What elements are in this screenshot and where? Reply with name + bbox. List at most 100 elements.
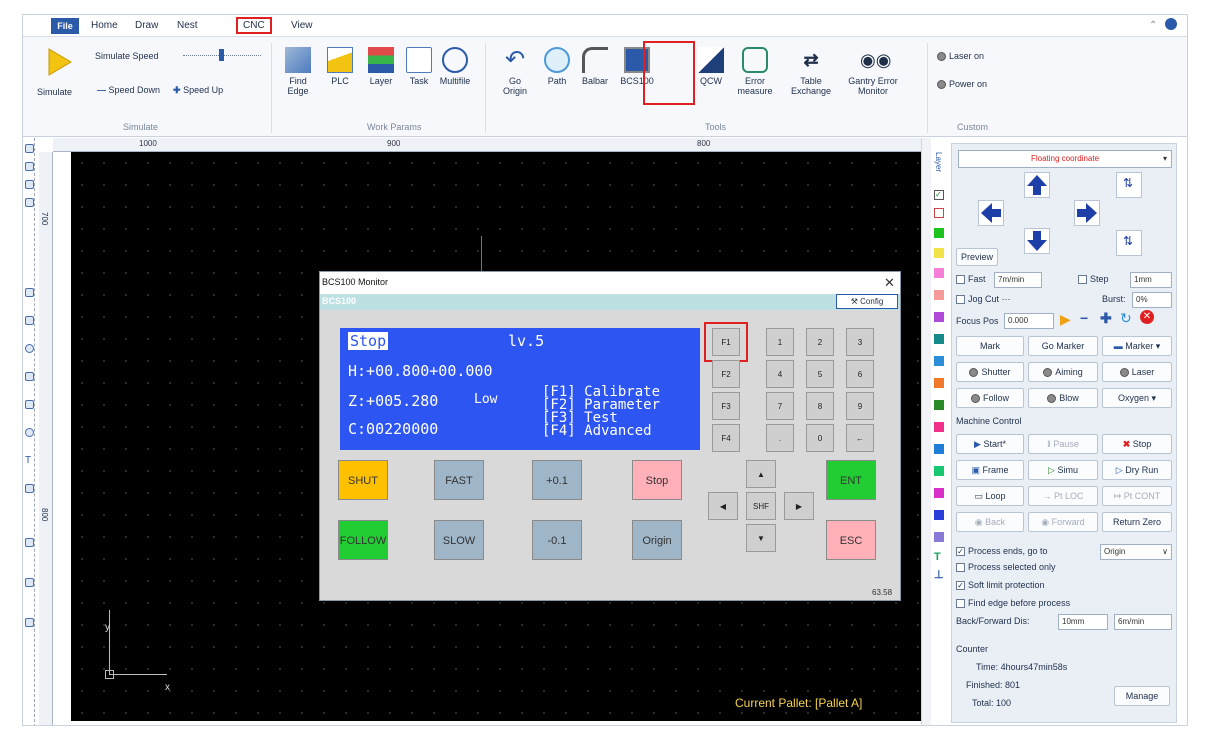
config-button[interactable]: ⚒ Config [836, 294, 898, 309]
burst-select[interactable]: 0% [1132, 292, 1172, 308]
nav-up-button[interactable]: ▲ [746, 460, 776, 488]
focus-refresh-icon[interactable]: ↻ [1120, 310, 1132, 327]
layer-color-swatch[interactable] [934, 466, 944, 476]
multifile-button[interactable]: Multifile [435, 47, 475, 86]
nav-right-button[interactable]: ▶ [784, 492, 814, 520]
focus-pos-select[interactable]: 0.000 [1004, 313, 1054, 329]
aiming-button[interactable]: Aiming [1028, 362, 1098, 382]
fast-button[interactable]: FAST [434, 460, 484, 500]
simulate-play-icon[interactable] [47, 47, 73, 77]
layer-uncheck-icon[interactable] [934, 208, 944, 218]
laser-button[interactable]: Laser [1102, 362, 1172, 382]
frame-button[interactable]: ▣ Frame [956, 460, 1024, 480]
key-dot[interactable]: . [766, 424, 794, 452]
process-selected-checkbox[interactable]: Process selected only [956, 562, 1056, 573]
array-icon[interactable] [25, 578, 34, 587]
gantry-error-monitor-button[interactable]: ◉◉ Gantry Error Monitor [845, 47, 901, 96]
back-button[interactable]: ◉ Back [956, 512, 1024, 532]
shutter-button[interactable]: Shutter [956, 362, 1024, 382]
rectangle-icon[interactable] [25, 400, 34, 409]
back-forward-speed-select[interactable]: 6m/min [1114, 614, 1172, 630]
minimize-ribbon-icon[interactable]: ⌃ [1149, 20, 1157, 31]
step-value-select[interactable]: 1mm [1130, 272, 1172, 288]
key-1[interactable]: 1 [766, 328, 794, 356]
blow-button[interactable]: Blow [1028, 388, 1098, 408]
pt-cont-button[interactable]: ↦ Pt CONT [1102, 486, 1172, 506]
coordinate-mode-select[interactable]: Floating coordinate ▾ [958, 150, 1172, 168]
layer-color-swatch[interactable] [934, 268, 944, 278]
slow-button[interactable]: SLOW [434, 520, 484, 560]
simulate-button[interactable]: Simulate [37, 87, 72, 97]
key-8[interactable]: 8 [806, 392, 834, 420]
menu-file[interactable]: File [51, 18, 79, 34]
layer-color-swatch[interactable] [934, 488, 944, 498]
slider-thumb[interactable] [219, 49, 224, 61]
text-icon[interactable]: T [25, 456, 34, 466]
key-3[interactable]: 3 [846, 328, 874, 356]
error-measure-button[interactable]: Error measure [735, 47, 775, 96]
menu-view[interactable]: View [291, 20, 313, 31]
menu-draw[interactable]: Draw [135, 20, 158, 31]
layer-color-swatch[interactable] [934, 378, 944, 388]
layer-color-swatch[interactable] [934, 248, 944, 258]
key-2[interactable]: 2 [806, 328, 834, 356]
key-0[interactable]: 0 [806, 424, 834, 452]
manage-button[interactable]: Manage [1114, 686, 1170, 706]
focus-go-icon[interactable]: ▶ [1060, 311, 1071, 328]
go-marker-button[interactable]: Go Marker [1028, 336, 1098, 356]
line-icon[interactable] [25, 288, 34, 297]
marker-button[interactable]: ▬ Marker ▾ [1102, 336, 1172, 356]
layer-color-swatch[interactable] [934, 422, 944, 432]
shut-button[interactable]: SHUT [338, 460, 388, 500]
z-down-button[interactable]: ⇅ [1116, 230, 1142, 256]
key-4[interactable]: 4 [766, 360, 794, 388]
layer-image-icon[interactable]: ⊥ [934, 570, 944, 581]
laser-on-button[interactable]: Laser on [937, 51, 984, 62]
key-9[interactable]: 9 [846, 392, 874, 420]
ellipse-icon[interactable] [25, 428, 34, 437]
layer-color-swatch[interactable] [934, 334, 944, 344]
path-button[interactable]: Path [537, 47, 577, 86]
find-edge-button[interactable]: Find Edge [278, 47, 318, 96]
forward-button[interactable]: ◉ Forward [1028, 512, 1098, 532]
help-icon[interactable] [1165, 18, 1177, 30]
minus-01-button[interactable]: -0.1 [532, 520, 582, 560]
dry-run-button[interactable]: ▷ Dry Run [1102, 460, 1172, 480]
jog-up-button[interactable] [1024, 172, 1050, 198]
layer-color-swatch[interactable] [934, 228, 944, 238]
weld-icon[interactable] [25, 618, 34, 627]
simu-button[interactable]: ▷ Simu [1028, 460, 1098, 480]
fast-speed-select[interactable]: 7m/min [994, 272, 1042, 288]
polyline-icon[interactable] [25, 316, 34, 325]
pt-loc-button[interactable]: → Pt LOC [1028, 486, 1098, 506]
node-edit-icon[interactable] [25, 162, 34, 171]
find-edge-checkbox[interactable]: Find edge before process [956, 598, 1070, 609]
f2-key[interactable]: F2 [712, 360, 740, 388]
f4-key[interactable]: F4 [712, 424, 740, 452]
measure-icon[interactable] [25, 538, 34, 547]
layer-color-swatch[interactable] [934, 290, 944, 300]
ent-button[interactable]: ENT [826, 460, 876, 500]
nav-left-button[interactable]: ◀ [708, 492, 738, 520]
stop-lcd-button[interactable]: Stop [632, 460, 682, 500]
back-forward-dis-select[interactable]: 10mm [1058, 614, 1108, 630]
layer-text-icon[interactable]: T [934, 552, 944, 563]
table-exchange-button[interactable]: ⇄ Table Exchange [791, 47, 831, 96]
key-backspace[interactable]: ← [846, 424, 874, 452]
layer-tab-label[interactable]: Layer [934, 152, 943, 172]
speed-up-button[interactable]: ✚ Speed Up [173, 85, 223, 96]
jog-left-button[interactable] [978, 200, 1004, 226]
step-checkbox[interactable]: Step [1078, 274, 1109, 285]
z-up-button[interactable]: ⇅ [1116, 172, 1142, 198]
arc-icon[interactable] [25, 372, 34, 381]
speed-down-button[interactable]: — Speed Down [97, 85, 160, 95]
start-button[interactable]: ▶ Start* [956, 434, 1024, 454]
follow-lcd-button[interactable]: FOLLOW [338, 520, 388, 560]
key-7[interactable]: 7 [766, 392, 794, 420]
origin-button[interactable]: Origin [632, 520, 682, 560]
jog-down-button[interactable] [1024, 228, 1050, 254]
menu-home[interactable]: Home [91, 20, 118, 31]
plc-button[interactable]: PLC [320, 47, 360, 86]
stop-button[interactable]: ✖ Stop [1102, 434, 1172, 454]
soft-limit-checkbox[interactable]: ✓ Soft limit protection [956, 580, 1045, 591]
